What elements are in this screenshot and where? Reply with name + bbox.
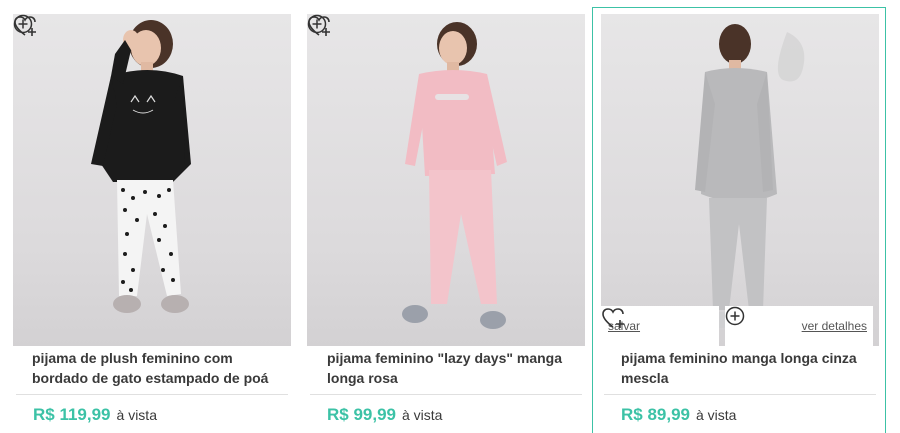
product-card: pijama feminino "lazy days" manga longa … <box>294 0 588 433</box>
hover-action-bar: salvar ver detalhes <box>601 306 879 346</box>
product-price: R$ 89,99 <box>621 405 690 424</box>
divider <box>604 394 876 395</box>
product-title[interactable]: pijama feminino manga longa cinza mescla <box>621 348 861 388</box>
view-details-label: ver detalhes <box>801 319 867 333</box>
plus-circle-icon[interactable] <box>307 14 327 34</box>
product-image[interactable] <box>13 14 291 346</box>
product-title[interactable]: pijama feminino "lazy days" manga longa … <box>327 348 567 388</box>
product-price: R$ 99,99 <box>327 405 396 424</box>
price-row: R$ 119,99 à vista <box>33 405 157 425</box>
product-image[interactable] <box>307 14 585 346</box>
plus-circle-icon[interactable] <box>13 14 33 34</box>
divider <box>16 394 288 395</box>
price-suffix: à vista <box>116 407 157 423</box>
price-row: R$ 99,99 à vista <box>327 405 442 425</box>
heart-plus-icon <box>602 308 624 328</box>
product-card: pijama de plush feminino com bordado de … <box>0 0 294 433</box>
save-button[interactable]: salvar <box>601 306 719 346</box>
price-suffix: à vista <box>696 407 737 423</box>
product-card: salvar ver detalhes pijama feminino mang… <box>592 0 888 433</box>
price-suffix: à vista <box>402 407 443 423</box>
divider <box>310 394 582 395</box>
view-details-button[interactable]: ver detalhes <box>725 306 873 346</box>
product-image[interactable]: salvar ver detalhes <box>601 14 879 346</box>
price-row: R$ 89,99 à vista <box>621 405 736 425</box>
plus-circle-icon <box>725 306 745 326</box>
product-price: R$ 119,99 <box>33 405 111 424</box>
product-title[interactable]: pijama de plush feminino com bordado de … <box>32 348 272 388</box>
